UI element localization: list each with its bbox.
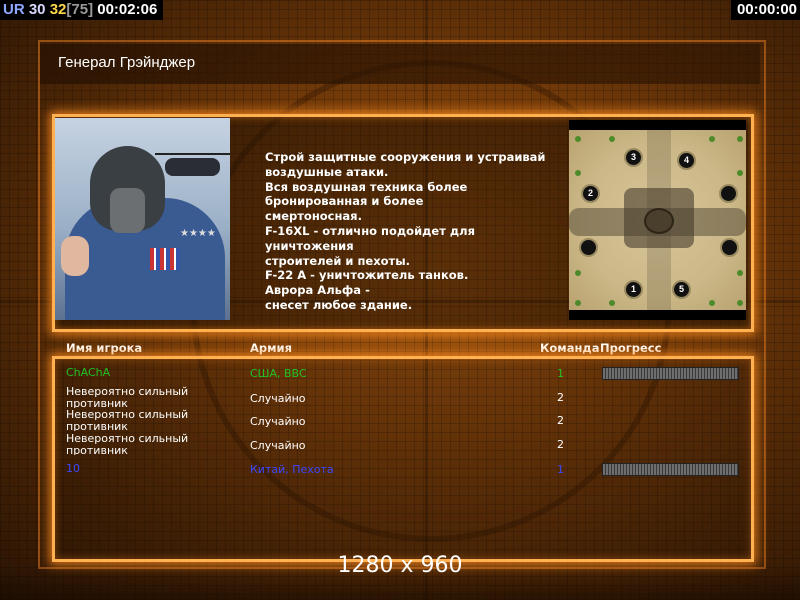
- hud-value-1: 30: [28, 1, 46, 18]
- tree-icon: [575, 170, 581, 176]
- player-team: 1: [557, 367, 564, 380]
- spawn-point-4: 4: [677, 151, 696, 170]
- player-name: 10: [66, 463, 80, 475]
- general-title: Генерал Грэйнджер: [58, 54, 196, 71]
- tree-icon: [737, 270, 743, 276]
- hud-faction: UR: [3, 1, 25, 18]
- general-description: Строй защитные сооружения и устраивай во…: [265, 150, 546, 312]
- spawn-point-3: 3: [624, 148, 643, 167]
- spawn-point-1: 1: [624, 280, 643, 299]
- player-team: 1: [557, 463, 564, 476]
- player-name: Невероятно сильный противник: [66, 409, 189, 431]
- tree-icon: [609, 136, 615, 142]
- helicopter-rotor: [155, 153, 230, 155]
- player-team: 2: [557, 438, 564, 451]
- star-icon: ★★★★: [180, 228, 216, 239]
- minimap: 3 4 2 1 5: [569, 120, 746, 320]
- player-army: США, ВВС: [250, 367, 307, 380]
- minimap-crater: [644, 208, 674, 234]
- tree-icon: [609, 300, 615, 306]
- player-army: Случайно: [250, 415, 306, 428]
- hud-value-2: 32: [49, 1, 67, 18]
- player-name: Невероятно сильный противник: [66, 386, 189, 408]
- player-army: Китай, Пехота: [250, 463, 334, 476]
- tree-icon: [737, 136, 743, 142]
- tree-icon: [709, 136, 715, 142]
- header-army: Армия: [250, 341, 292, 355]
- header-player-name: Имя игрока: [66, 341, 143, 355]
- tree-icon: [709, 300, 715, 306]
- player-row: 10 Китай, Пехота 1: [0, 463, 800, 485]
- general-portrait: ★★★★: [55, 118, 230, 320]
- hud-value-3: [75]: [66, 1, 94, 18]
- minimap-terrain: 3 4 2 1 5: [569, 130, 746, 310]
- header-progress: Прогресс: [600, 341, 662, 355]
- spawn-point-6: [719, 184, 738, 203]
- player-army: Случайно: [250, 439, 306, 452]
- spawn-point-7: [579, 238, 598, 257]
- player-progress-bar: [602, 367, 739, 380]
- hud-timer: 00:02:06: [97, 1, 158, 18]
- resolution-label: 1280 x 960: [337, 553, 463, 578]
- tree-icon: [575, 270, 581, 276]
- player-row: Невероятно сильный противник Случайно 2: [0, 409, 800, 431]
- portrait-hand: [61, 236, 89, 276]
- player-row: Невероятно сильный противник Случайно 2: [0, 386, 800, 408]
- tree-icon: [737, 170, 743, 176]
- spawn-point-5: 5: [672, 280, 691, 299]
- spawn-point-2: 2: [581, 184, 600, 203]
- player-team: 2: [557, 391, 564, 404]
- tree-icon: [575, 136, 581, 142]
- spawn-point-8: [720, 238, 739, 257]
- hud-timer-right: 00:00:00: [730, 0, 800, 20]
- helicopter-shape: [165, 158, 220, 176]
- tree-icon: [737, 300, 743, 306]
- player-team: 2: [557, 414, 564, 427]
- player-row: Невероятно сильный противник Случайно 2: [0, 433, 800, 455]
- player-army: Случайно: [250, 392, 306, 405]
- player-progress-bar: [602, 463, 739, 476]
- hud-stats: UR 30 32[75] 00:02:06: [0, 0, 164, 20]
- player-name: Невероятно сильный противник: [66, 433, 189, 455]
- portrait-oxygen-mask: [110, 188, 145, 233]
- portrait-medals: [150, 248, 180, 270]
- header-team: Команда: [540, 341, 600, 355]
- tree-icon: [575, 300, 581, 306]
